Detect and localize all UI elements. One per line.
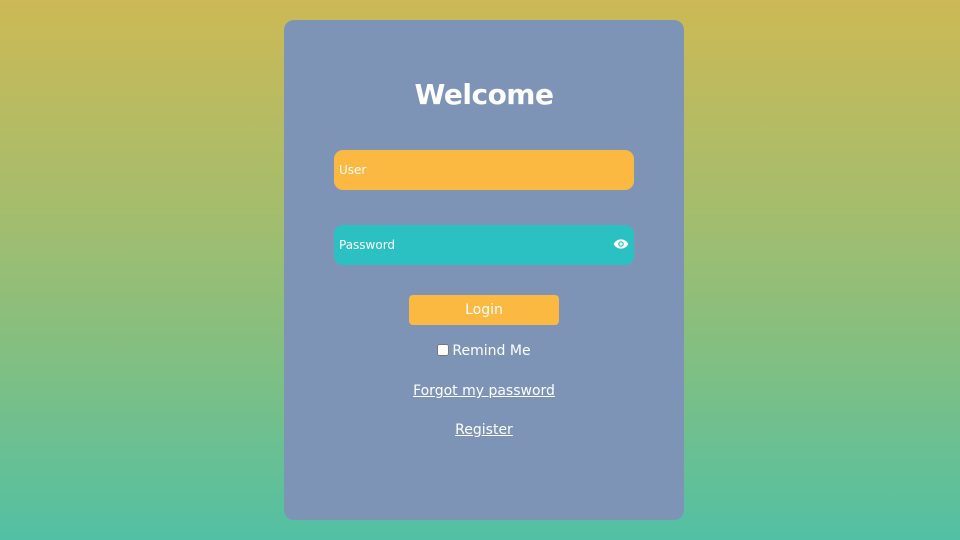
forgot-password-link[interactable]: Forgot my password [284, 383, 684, 399]
login-button[interactable]: Login [409, 295, 559, 325]
login-card: Welcome Login Remind Me Forgot my passwo… [284, 20, 684, 520]
remind-me-label: Remind Me [452, 343, 531, 359]
password-input[interactable] [334, 225, 634, 265]
eye-icon[interactable] [613, 237, 629, 251]
user-input[interactable] [334, 150, 634, 190]
password-field-container [334, 225, 634, 265]
register-link[interactable]: Register [284, 422, 684, 438]
user-field-container [334, 150, 634, 190]
remind-me-checkbox[interactable] [437, 344, 450, 356]
remind-me-row: Remind Me [284, 343, 684, 359]
page-title: Welcome [414, 78, 554, 111]
